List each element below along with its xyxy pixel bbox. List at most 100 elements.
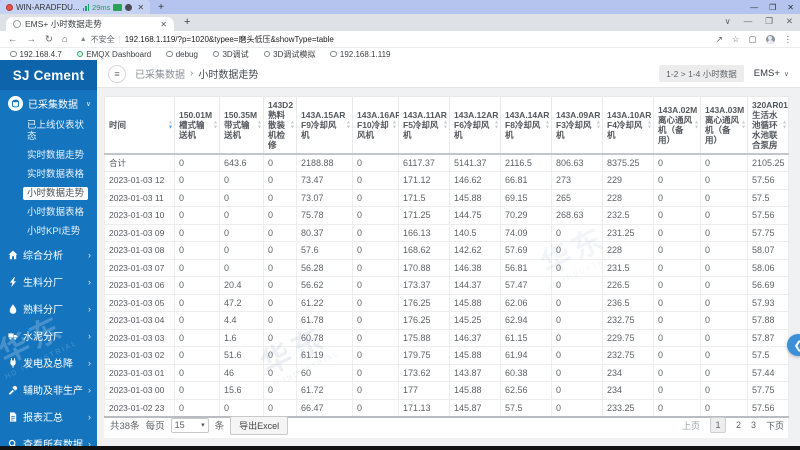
forward-icon[interactable]: → — [27, 34, 37, 45]
data-cell: 0 — [352, 153, 399, 172]
sidebar-group-collected-data[interactable]: 已采集数据 ∨ — [0, 90, 97, 116]
hamburger-icon[interactable]: ≡ — [108, 64, 126, 83]
sidebar-item-5[interactable]: 辅助及非生产 › — [0, 376, 97, 403]
sidebar-subitem-1[interactable]: 实时数据走势 — [0, 146, 97, 165]
sort-icon[interactable]: ▲ ▼ — [346, 120, 351, 130]
prev-page-button[interactable]: 上页 — [682, 419, 700, 432]
chevron-right-icon: › — [88, 357, 91, 368]
range-badge[interactable]: 1-2 > 1-4 小时数据 — [659, 65, 744, 82]
row-time-cell: 2023-01-02 23 — [104, 398, 175, 417]
profile-avatar[interactable] — [765, 34, 775, 44]
sidebar-item-3[interactable]: 水泥分厂 › — [0, 322, 97, 349]
browser-close-icon[interactable]: ✕ — [786, 16, 793, 27]
sidebar-subitem-3[interactable]: 小时数据走势 — [0, 184, 97, 203]
column-header-4[interactable]: 143A.15AR F9冷却风机 ▲ ▼ — [296, 96, 353, 155]
column-header-7[interactable]: 143A.12AR F6冷却风机 ▲ ▼ — [449, 96, 501, 155]
column-header-2[interactable]: 150.35M 带式输送机 ▲ ▼ — [219, 96, 264, 155]
battery-icon — [8, 357, 18, 368]
column-header-3[interactable]: 143D2 熟料散装机检修 ▲ ▼ — [263, 96, 297, 155]
sidebar-subitem-4[interactable]: 小时数据表格 — [0, 203, 97, 222]
sort-icon[interactable]: ▲ ▼ — [392, 120, 397, 130]
bookmark-item[interactable]: 3D调试模拟 — [263, 49, 315, 60]
subitem-label: 实时数据表格 — [27, 169, 85, 180]
sidebar-subitem-5[interactable]: 小时KPI走势 — [0, 222, 97, 241]
browser-maximize-icon[interactable]: ❐ — [765, 16, 773, 27]
remote-new-tab-button[interactable]: + — [158, 2, 164, 13]
maximize-icon[interactable]: ❐ — [769, 3, 776, 12]
sort-icon[interactable]: ▲ ▼ — [257, 120, 262, 130]
sort-icon[interactable]: ▲ ▼ — [290, 120, 295, 130]
remote-tab-close-icon[interactable]: ✕ — [137, 3, 144, 12]
sort-icon[interactable]: ▲ ▼ — [741, 120, 746, 130]
bookmark-item[interactable]: 192.168.4.7 — [10, 50, 62, 59]
session-options-icon[interactable] — [125, 3, 133, 11]
sidebar-item-1[interactable]: 生料分厂 › — [0, 268, 97, 295]
hd-mode-icon[interactable] — [113, 3, 123, 11]
sort-icon[interactable]: ▲ ▼ — [782, 120, 787, 130]
remote-session-tab[interactable]: WIN-ARADFDU... 29ms ✕ — [0, 0, 151, 14]
address-bar[interactable]: ▲ 不安全 | 192.168.1.119/?p=1020&typee=磨头低压… — [77, 34, 707, 45]
reload-icon[interactable]: ↻ — [45, 34, 53, 45]
data-cell: 173.37 — [398, 276, 450, 295]
sort-icon[interactable]: ▲ ▼ — [213, 120, 218, 130]
breadcrumb-parent[interactable]: 已采集数据 — [135, 66, 185, 81]
column-header-6[interactable]: 143A.11AR F5冷却风机 ▲ ▼ — [398, 96, 450, 155]
next-page-button[interactable]: 下页 — [766, 419, 784, 432]
sidebar-item-4[interactable]: 发电及总降 › — [0, 349, 97, 376]
column-header-0[interactable]: 时间 ▲ ▼ — [104, 96, 175, 155]
bookmark-star-icon[interactable]: ☆ — [732, 34, 740, 45]
sort-icon[interactable]: ▲ ▼ — [443, 120, 448, 130]
data-cell: 0 — [653, 171, 701, 190]
page-button-2[interactable]: 2 — [736, 420, 741, 430]
column-header-5[interactable]: 143A.16AR F10冷却风机 ▲ ▼ — [352, 96, 401, 155]
column-header-11[interactable]: 143A.02M 离心通风机（备用） ▲ ▼ — [653, 96, 701, 155]
sort-desc-icon: ▼ — [694, 124, 699, 130]
tab-search-chevron-icon[interactable]: ∨ — [725, 16, 731, 27]
bookmark-item[interactable]: debug — [166, 50, 198, 59]
data-cell: 61.72 — [296, 381, 353, 400]
page-button-1[interactable]: 1 — [709, 417, 726, 433]
sidebar-subitem-2[interactable]: 实时数据表格 — [0, 165, 97, 184]
sort-icon[interactable]: ▲ ▼ — [694, 120, 699, 130]
data-cell: 0 — [352, 346, 399, 365]
page-size-select[interactable]: 15 ▾ — [170, 417, 209, 433]
sidebar-subitem-0[interactable]: 已上线仪表状态 — [0, 116, 97, 146]
sort-icon[interactable]: ▲ ▼ — [596, 120, 601, 130]
sort-icon[interactable]: ▲ ▼ — [494, 120, 499, 130]
sort-icon[interactable]: ▲ ▼ — [545, 120, 550, 130]
sidebar-item-2[interactable]: 熟料分厂 › — [0, 295, 97, 322]
sort-icon[interactable]: ▲ ▼ — [168, 120, 173, 130]
minimize-icon[interactable]: — — [750, 3, 758, 12]
page-button-3[interactable]: 3 — [751, 420, 756, 430]
ems-menu[interactable]: EMS+ ∨ — [754, 68, 789, 79]
data-cell: 0 — [219, 398, 264, 417]
sort-desc-icon: ▼ — [741, 124, 746, 130]
sidebar-item-7[interactable]: 查看所有数据 › — [0, 430, 97, 446]
column-header-1[interactable]: 150.01M 槽式输送机 ▲ ▼ — [174, 96, 220, 155]
column-header-9[interactable]: 143A.09AR F3冷却风机 ▲ ▼ — [551, 96, 603, 155]
column-header-12[interactable]: 143A.03M 离心通风机（备用） ▲ ▼ — [700, 96, 748, 155]
data-cell: 0 — [653, 241, 701, 260]
bookmark-item[interactable]: 3D调试 — [212, 49, 249, 60]
column-header-8[interactable]: 143A.14AR F8冷却风机 ▲ ▼ — [500, 96, 552, 155]
bookmark-item[interactable]: EMQX Dashboard — [76, 50, 151, 59]
column-header-10[interactable]: 143A.10AR F4冷却风机 ▲ ▼ — [602, 96, 654, 155]
browser-tab[interactable]: EMS+ 小时数据走势 ✕ — [6, 17, 174, 31]
browser-minimize-icon[interactable]: — — [744, 16, 753, 27]
data-cell: 0 — [174, 398, 220, 417]
sidebar-item-6[interactable]: 报表汇总 › — [0, 403, 97, 430]
browser-menu-icon[interactable]: ⋮ — [784, 34, 793, 45]
sort-icon[interactable]: ▲ ▼ — [647, 120, 652, 130]
share-icon[interactable]: ↗ — [716, 34, 723, 45]
bookmark-item[interactable]: 192.168.1.119 — [330, 50, 390, 59]
new-tab-button[interactable]: + — [184, 16, 190, 28]
back-icon[interactable]: ← — [8, 34, 18, 45]
side-panel-icon[interactable]: ▢ — [748, 34, 756, 45]
data-cell: 171.5 — [398, 188, 450, 207]
close-icon[interactable]: ✕ — [787, 3, 794, 12]
home-icon[interactable]: ⌂ — [62, 34, 68, 45]
sidebar-item-0[interactable]: 综合分析 › — [0, 241, 97, 268]
export-excel-button[interactable]: 导出Excel — [230, 415, 289, 435]
column-header-13[interactable]: 320AR01 生活水池循环水池联合泵房 ▲ ▼ — [747, 96, 789, 155]
tab-close-icon[interactable]: ✕ — [160, 20, 167, 29]
